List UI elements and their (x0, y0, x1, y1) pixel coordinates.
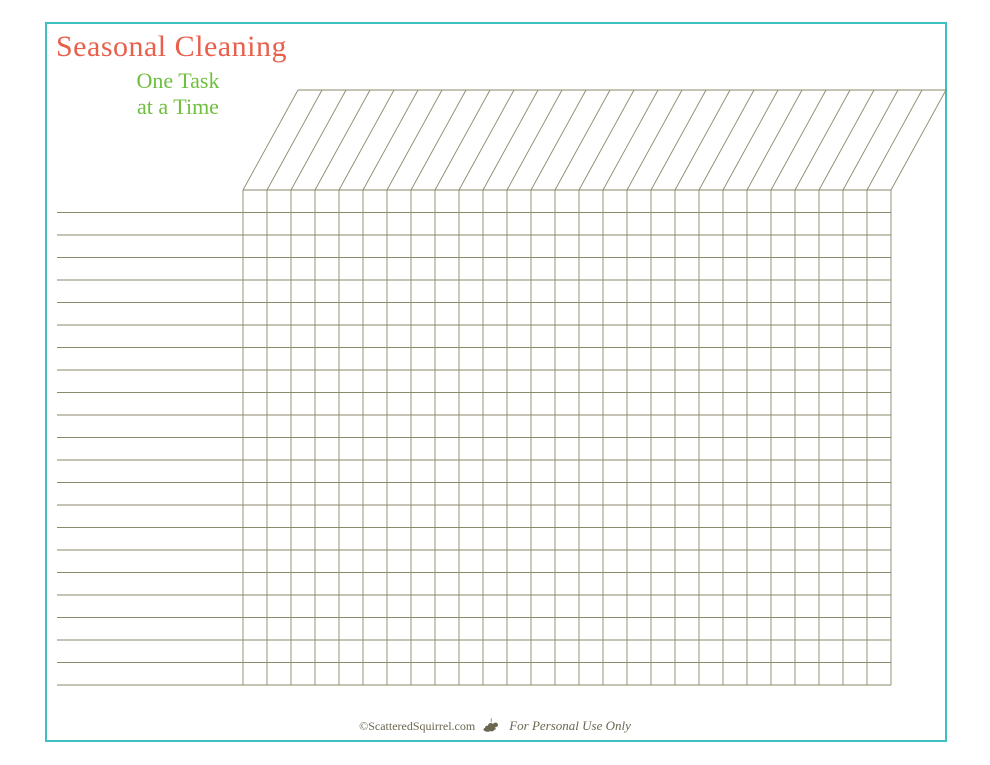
page: Seasonal Cleaning One Task at a Time ©Sc… (0, 0, 990, 765)
footer: ©ScatteredSquirrel.com For Personal Use … (0, 717, 990, 737)
squirrel-icon (482, 717, 500, 737)
footer-site: ScatteredSquirrel.com (368, 719, 475, 733)
footer-copyright: ©ScatteredSquirrel.com (359, 719, 475, 733)
tracking-grid (0, 0, 990, 765)
footer-note: For Personal Use Only (509, 718, 631, 733)
